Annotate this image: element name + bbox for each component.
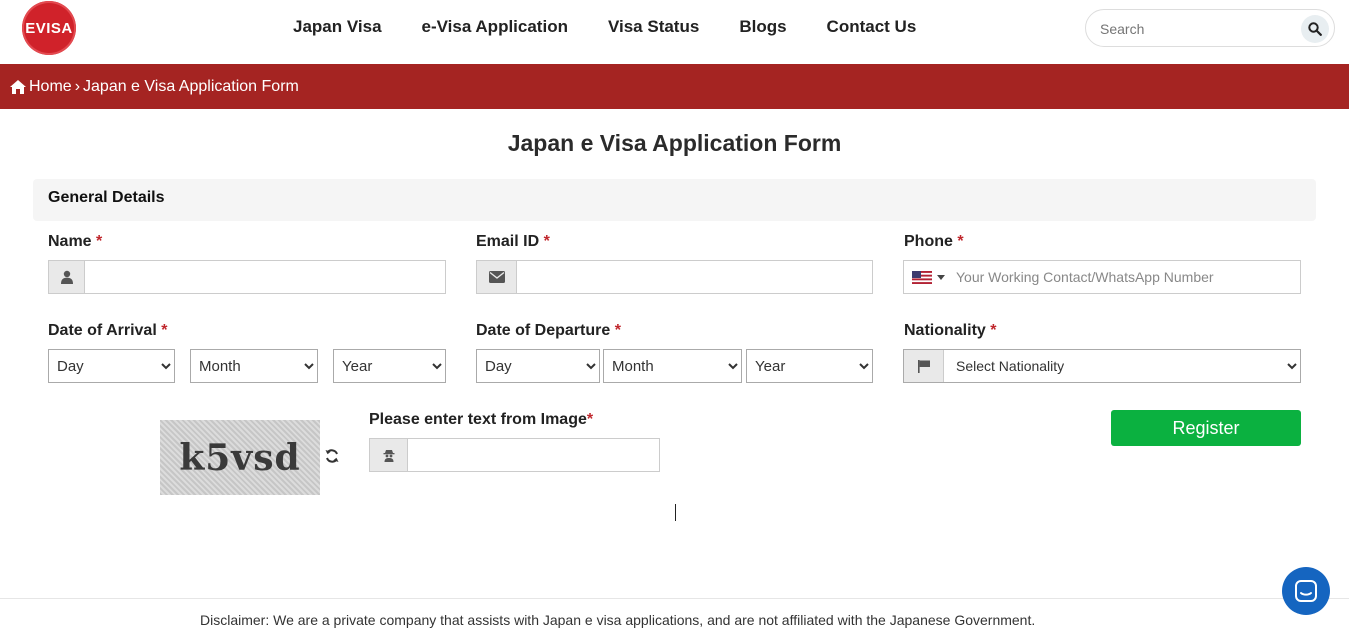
captcha-field: [369, 438, 660, 472]
breadcrumb-home[interactable]: Home: [29, 78, 72, 96]
captcha-label: Please enter text from Image*: [369, 411, 593, 429]
phone-label-text: Phone: [904, 233, 953, 250]
email-label-text: Email ID: [476, 233, 540, 250]
departure-year-select[interactable]: Year: [746, 349, 873, 383]
email-input[interactable]: [517, 261, 872, 293]
arrival-label-text: Date of Arrival: [48, 322, 157, 339]
search-icon: [1308, 22, 1322, 36]
footer-divider: [0, 598, 1349, 599]
nationality-select[interactable]: Select Nationality: [944, 350, 1300, 382]
site-logo[interactable]: EVISA: [22, 1, 76, 55]
captcha-image: k5vsd: [160, 420, 320, 495]
required-mark: *: [614, 322, 621, 339]
departure-label: Date of Departure *: [476, 322, 621, 340]
search-button[interactable]: [1301, 15, 1329, 43]
name-field: [48, 260, 446, 294]
departure-month-select[interactable]: Month: [603, 349, 742, 383]
arrival-day-select[interactable]: Day: [48, 349, 175, 383]
arrival-year-select[interactable]: Year: [333, 349, 446, 383]
register-button[interactable]: Register: [1111, 410, 1301, 446]
spy-icon: [383, 450, 394, 462]
name-label-text: Name: [48, 233, 92, 250]
nationality-field: Select Nationality: [903, 349, 1301, 383]
required-mark: *: [543, 233, 550, 250]
caret-down-icon: [937, 274, 945, 280]
required-mark: *: [96, 233, 103, 250]
arrival-label: Date of Arrival *: [48, 322, 167, 340]
name-label: Name *: [48, 233, 102, 251]
site-header: EVISA Japan Visa e-Visa Application Visa…: [0, 0, 1349, 64]
text-cursor: [675, 504, 676, 521]
nav-contact-us[interactable]: Contact Us: [827, 17, 917, 37]
country-code-dropdown[interactable]: [904, 261, 950, 293]
home-icon: [10, 79, 26, 94]
breadcrumb: Home › Japan e Visa Application Form: [0, 64, 1349, 109]
phone-field: [903, 260, 1301, 294]
main-nav: Japan Visa e-Visa Application Visa Statu…: [293, 17, 956, 37]
arrival-month-select[interactable]: Month: [190, 349, 318, 383]
name-input[interactable]: [85, 261, 445, 293]
required-mark: *: [161, 322, 168, 339]
refresh-icon[interactable]: [324, 448, 340, 464]
captcha-addon: [370, 439, 408, 471]
us-flag-icon: [912, 270, 932, 284]
footer-disclaimer: Disclaimer: We are a private company tha…: [200, 612, 1036, 628]
required-mark: *: [990, 322, 997, 339]
nav-blogs[interactable]: Blogs: [739, 17, 786, 37]
captcha-input[interactable]: [408, 439, 659, 471]
breadcrumb-separator: ›: [74, 77, 81, 95]
captcha-label-text: Please enter text from Image: [369, 411, 587, 428]
envelope-icon: [488, 271, 505, 283]
nationality-label-text: Nationality: [904, 322, 986, 339]
email-label: Email ID *: [476, 233, 550, 251]
required-mark: *: [586, 411, 594, 428]
nationality-label: Nationality *: [904, 322, 996, 340]
email-field: [476, 260, 873, 294]
nav-evisa-application[interactable]: e-Visa Application: [422, 17, 568, 37]
required-mark: *: [957, 233, 964, 250]
flag-icon: [917, 360, 930, 373]
search-input[interactable]: [1100, 18, 1290, 40]
email-addon: [477, 261, 517, 293]
name-addon: [49, 261, 85, 293]
nav-japan-visa[interactable]: Japan Visa: [293, 17, 382, 37]
phone-label: Phone *: [904, 233, 964, 251]
search-box: [1085, 9, 1335, 47]
chat-button[interactable]: [1282, 567, 1330, 615]
chat-icon: [1295, 580, 1317, 602]
nav-visa-status[interactable]: Visa Status: [608, 17, 699, 37]
departure-day-select[interactable]: Day: [476, 349, 600, 383]
page-title: Japan e Visa Application Form: [507, 130, 842, 156]
section-general-details: General Details: [33, 179, 1316, 221]
user-icon: [60, 270, 73, 284]
nationality-addon: [904, 350, 944, 382]
phone-input[interactable]: [950, 261, 1300, 293]
breadcrumb-current: Japan e Visa Application Form: [83, 77, 299, 95]
departure-label-text: Date of Departure: [476, 322, 611, 339]
